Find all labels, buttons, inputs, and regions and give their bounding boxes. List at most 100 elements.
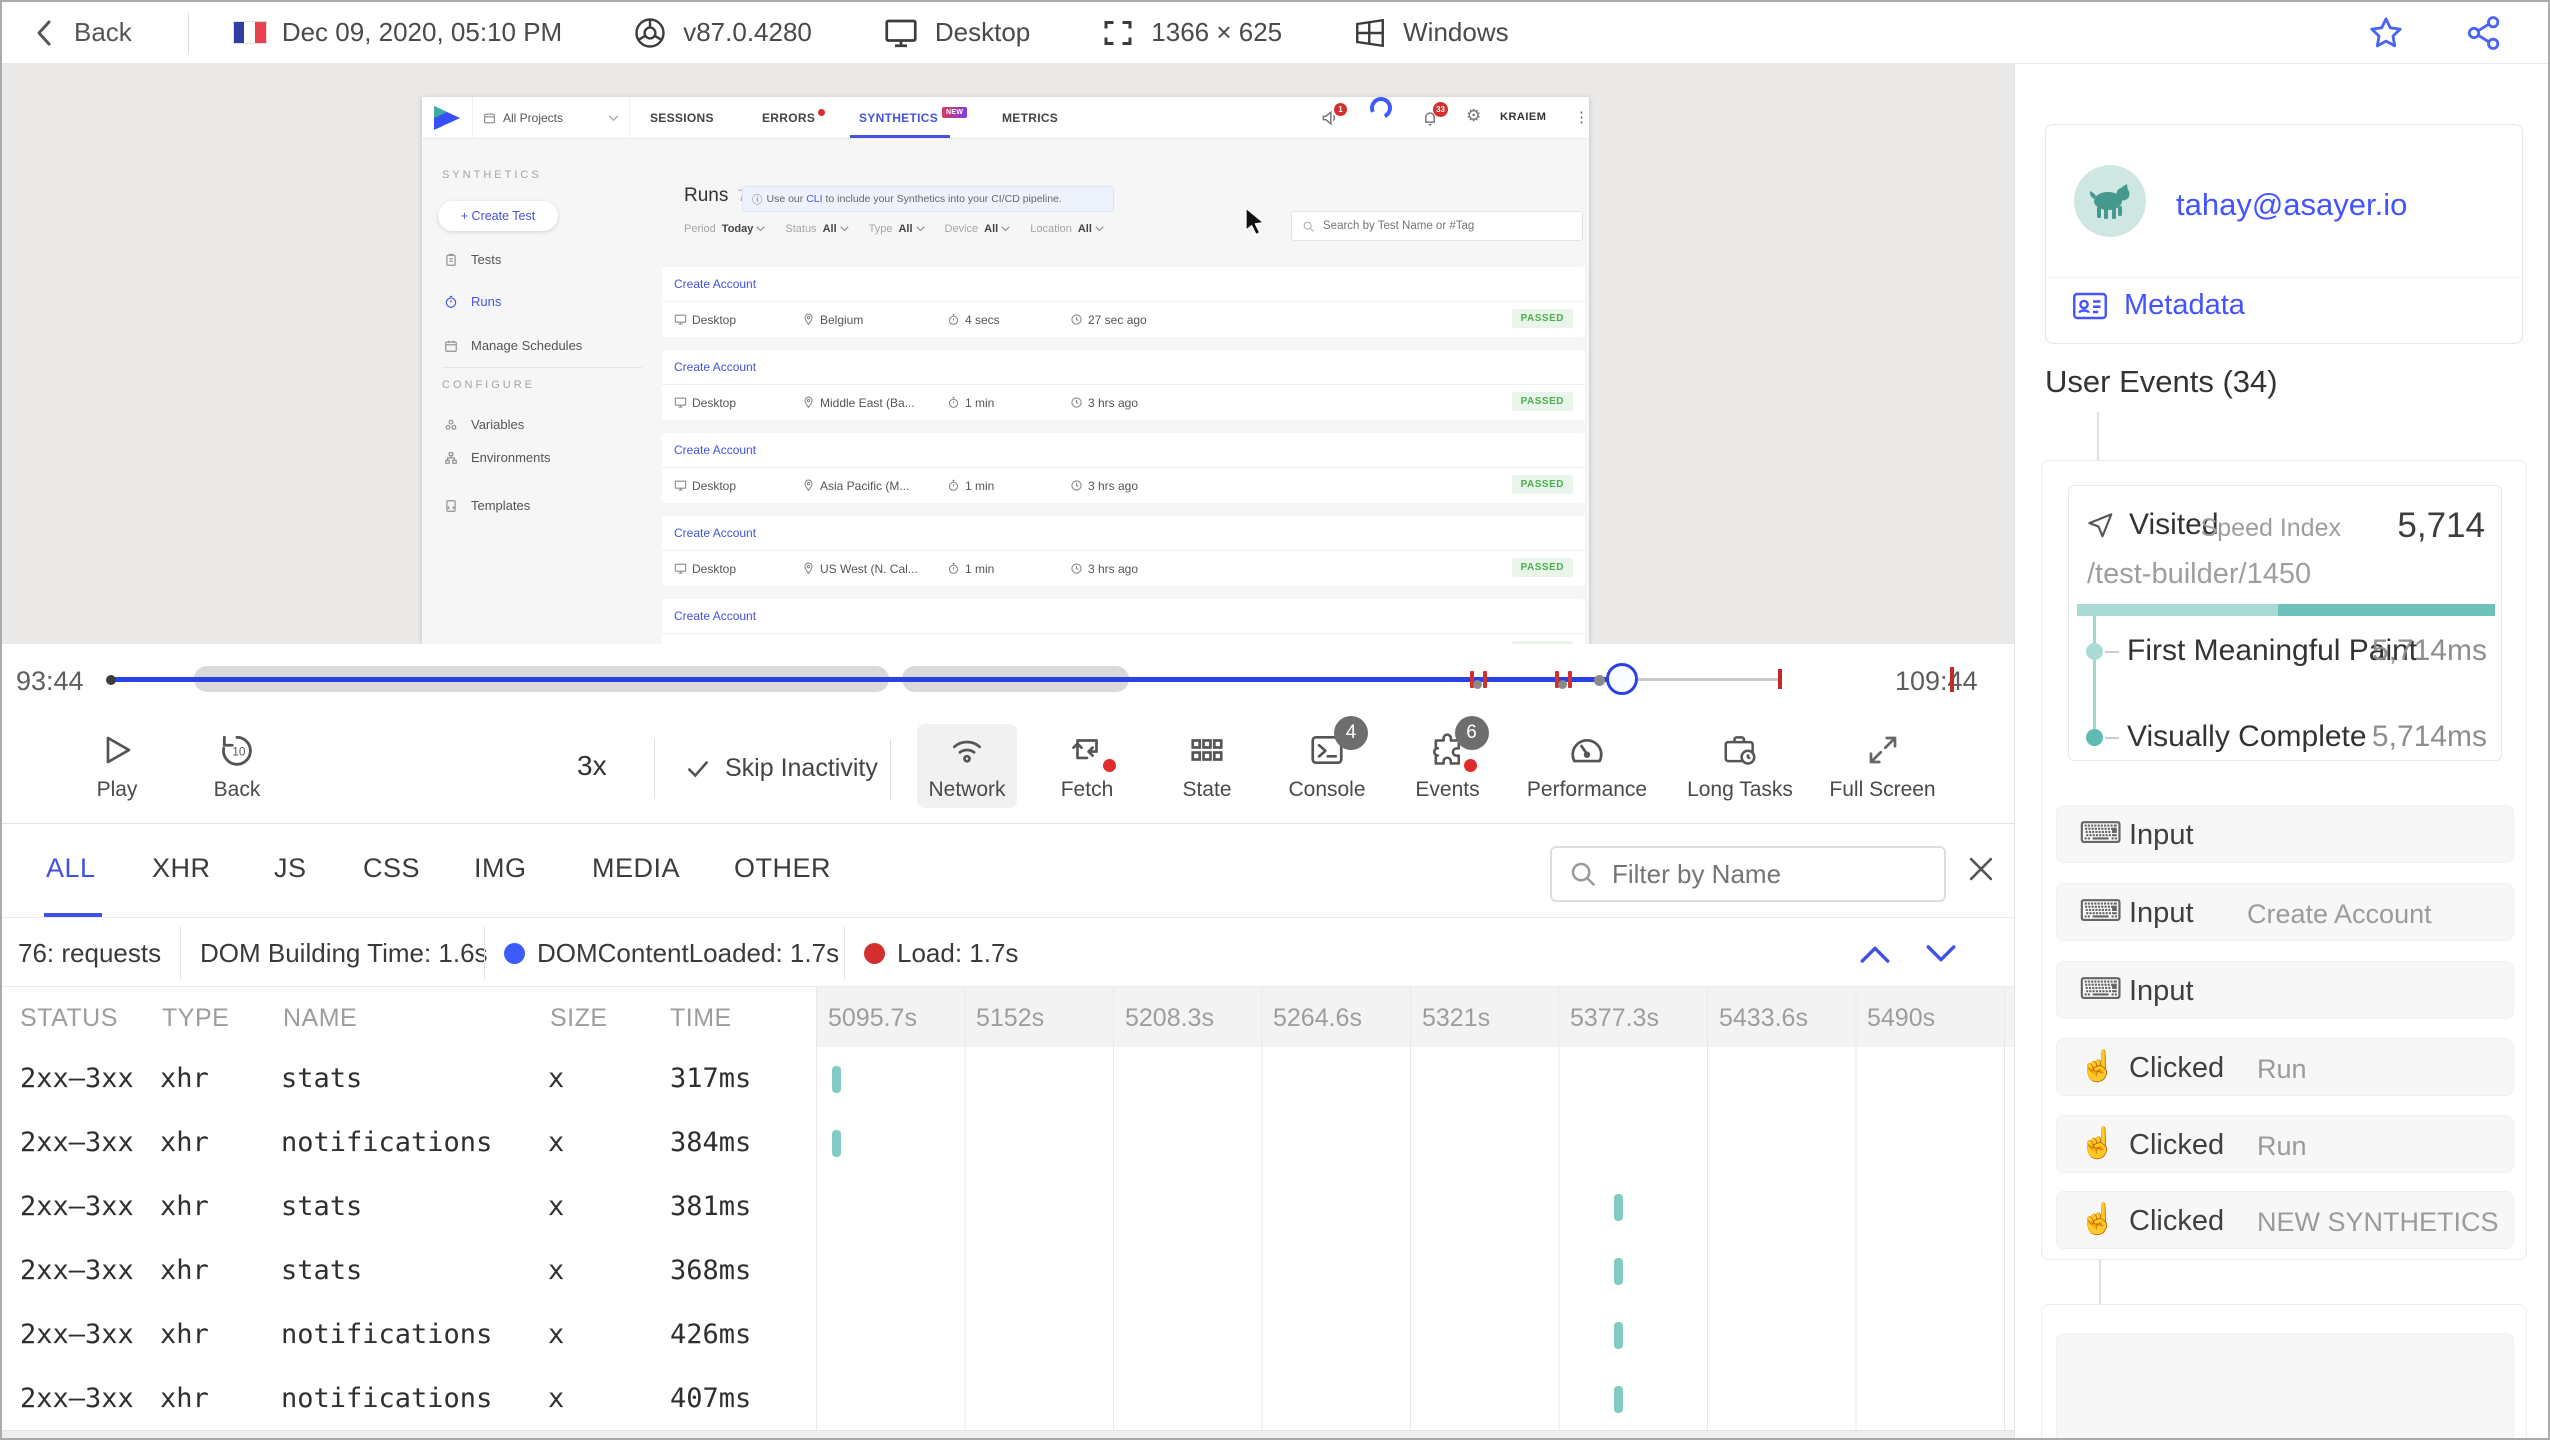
animal-avatar-icon bbox=[2089, 184, 2130, 219]
sidebar-item-manage-schedules: Manage Schedules bbox=[444, 338, 582, 353]
back-button[interactable]: Back bbox=[32, 17, 132, 49]
sidebar-item-tests: Tests bbox=[444, 252, 501, 267]
replay-viewport[interactable]: All Projects SESSIONS ERRORS SYNTHETICS N… bbox=[2, 64, 2014, 644]
net-tab-other[interactable]: OTHER bbox=[734, 853, 831, 884]
topbar-actions bbox=[2366, 13, 2548, 53]
sidebar-item-variables: Variables bbox=[444, 417, 524, 432]
user-event-input[interactable]: ⌨ Input bbox=[2056, 961, 2514, 1019]
fetch-panel-button[interactable]: Fetch bbox=[1042, 730, 1132, 802]
kebab-menu-icon: ⋮ bbox=[1574, 109, 1589, 126]
visited-url: /test-builder/1450 bbox=[2087, 558, 2312, 590]
stopwatch-icon bbox=[948, 479, 959, 491]
user-event-clicked[interactable]: ☝ Clicked Run bbox=[2056, 1115, 2514, 1173]
cli-banner: ⓘ Use our CLI to include your Synthetics… bbox=[742, 186, 1114, 212]
location-pin-icon bbox=[804, 562, 813, 575]
net-tab-all[interactable]: ALL bbox=[46, 853, 96, 884]
active-tab-underline bbox=[850, 135, 950, 138]
jump-next-icon[interactable] bbox=[1924, 942, 1958, 966]
col-header-size: SIZE bbox=[550, 1004, 608, 1032]
stats-divider bbox=[844, 926, 845, 980]
resolution-label: 1366 × 625 bbox=[1151, 17, 1283, 47]
clock-icon bbox=[1071, 314, 1082, 325]
net-tab-media[interactable]: MEDIA bbox=[592, 853, 680, 884]
play-button[interactable]: Play bbox=[82, 730, 152, 802]
close-panel-icon[interactable] bbox=[1964, 852, 1998, 886]
table-footer-strip bbox=[2, 1430, 2014, 1438]
asayer-logo-icon bbox=[434, 106, 460, 130]
skip-inactivity-toggle[interactable]: Skip Inactivity bbox=[685, 754, 878, 783]
console-count-badge: 4 bbox=[1334, 716, 1368, 750]
gear-icon: ⚙ bbox=[1466, 106, 1482, 125]
runs-filters: Period Today Status All Type All Device All … bbox=[684, 223, 1104, 235]
run-row: Create Account Desktop Asia Pacific (M..… bbox=[662, 433, 1585, 503]
user-email-link[interactable]: tahay@asayer.io bbox=[2176, 187, 2407, 223]
chrome-icon bbox=[635, 17, 665, 48]
jump-prev-icon[interactable] bbox=[1858, 942, 1892, 966]
player-timeline[interactable]: 93:44 109:44 bbox=[2, 644, 2014, 714]
net-tab-img[interactable]: IMG bbox=[474, 853, 527, 884]
run-name-link: Create Account bbox=[662, 433, 1585, 468]
back-10s-button[interactable]: 10 Back bbox=[195, 730, 279, 802]
os-type: Windows bbox=[1352, 15, 1509, 51]
time-axis-label: 5152s bbox=[976, 1004, 1045, 1032]
desktop-icon bbox=[674, 314, 687, 325]
network-request-row[interactable]: 2xx–3xx xhr notifications x 384ms bbox=[2, 1111, 2014, 1175]
announcements-badge: 1 bbox=[1334, 103, 1347, 116]
share-icon[interactable] bbox=[2464, 13, 2504, 53]
speed-toggle[interactable]: 3x bbox=[577, 750, 607, 782]
svg-text:10: 10 bbox=[232, 745, 246, 759]
user-event-input[interactable]: ⌨ Input Create Account bbox=[2056, 883, 2514, 941]
col-header-name: NAME bbox=[283, 1004, 358, 1032]
resolution-brackets-icon bbox=[1104, 20, 1132, 45]
network-request-row[interactable]: 2xx–3xx xhr stats x 317ms bbox=[2, 1047, 2014, 1111]
event-connector-line bbox=[2099, 1260, 2101, 1304]
datetime-label: Dec 09, 2020, 05:10 PM bbox=[281, 17, 563, 47]
network-table: STATUS TYPE NAME SIZE TIME 5095.7s 5152s… bbox=[2, 987, 2014, 1438]
visited-event-card[interactable]: Visited Speed Index 5,714 /test-builder/… bbox=[2068, 485, 2502, 761]
run-name-link: Create Account bbox=[662, 350, 1585, 385]
status-badge: PASSED bbox=[1511, 475, 1573, 494]
network-request-row[interactable]: 2xx–3xx xhr notifications x 426ms bbox=[2, 1303, 2014, 1367]
jump-arrows bbox=[1858, 942, 1958, 966]
error-marker bbox=[1568, 671, 1572, 688]
session-datetime: Dec 09, 2020, 05:10 PM bbox=[232, 17, 563, 48]
network-request-row[interactable]: 2xx–3xx xhr stats x 368ms bbox=[2, 1239, 2014, 1303]
user-event-partial[interactable] bbox=[2056, 1333, 2514, 1438]
metric-dot-icon bbox=[2086, 643, 2103, 660]
network-panel-button[interactable]: Network bbox=[917, 724, 1017, 808]
net-tab-css[interactable]: CSS bbox=[363, 853, 420, 884]
project-icon bbox=[484, 113, 495, 123]
network-filter-input[interactable] bbox=[1612, 858, 1912, 890]
favorite-star-icon[interactable] bbox=[2366, 13, 2406, 53]
network-request-row[interactable]: 2xx–3xx xhr stats x 381ms bbox=[2, 1175, 2014, 1239]
current-time-label: 93:44 bbox=[16, 666, 84, 696]
full-screen-button[interactable]: Full Screen bbox=[1820, 730, 1945, 802]
project-selector-label: All Projects bbox=[503, 111, 564, 125]
requests-count: 76: requests bbox=[18, 938, 162, 968]
performance-panel-button[interactable]: Performance bbox=[1514, 730, 1660, 802]
metadata-button[interactable]: Metadata bbox=[2072, 289, 2245, 322]
search-icon bbox=[1303, 221, 1314, 232]
fetch-alert-dot bbox=[1103, 759, 1116, 772]
chevron-down-icon bbox=[915, 226, 925, 232]
status-badge: PASSED bbox=[1511, 558, 1573, 577]
sidebar-item-runs: Runs bbox=[444, 294, 501, 309]
network-request-row[interactable]: 2xx–3xx xhr notifications x 407ms bbox=[2, 1367, 2014, 1431]
user-event-clicked[interactable]: ☝ Clicked Run bbox=[2056, 1038, 2514, 1096]
net-tab-xhr[interactable]: XHR bbox=[152, 853, 211, 884]
network-filter-box[interactable] bbox=[1550, 846, 1946, 902]
time-axis-label: 5321s bbox=[1422, 1004, 1491, 1032]
net-tab-js[interactable]: JS bbox=[274, 853, 307, 884]
state-panel-button[interactable]: State bbox=[1162, 730, 1252, 802]
timeline-progress[interactable] bbox=[110, 677, 1622, 682]
calendar-icon bbox=[445, 340, 457, 352]
events-panel-button[interactable]: 6 Events bbox=[1400, 716, 1495, 802]
playhead-handle[interactable] bbox=[1606, 663, 1638, 695]
long-tasks-panel-button[interactable]: Long Tasks bbox=[1674, 730, 1806, 802]
time-axis-label: 5208.3s bbox=[1125, 1004, 1214, 1032]
user-event-input[interactable]: ⌨ Input bbox=[2056, 805, 2514, 863]
timeline-remaining[interactable] bbox=[1622, 678, 1780, 681]
templates-icon bbox=[446, 499, 456, 512]
console-panel-button[interactable]: 4 Console bbox=[1274, 716, 1380, 802]
user-event-clicked[interactable]: ☝ Clicked NEW SYNTHETICS bbox=[2056, 1191, 2514, 1249]
